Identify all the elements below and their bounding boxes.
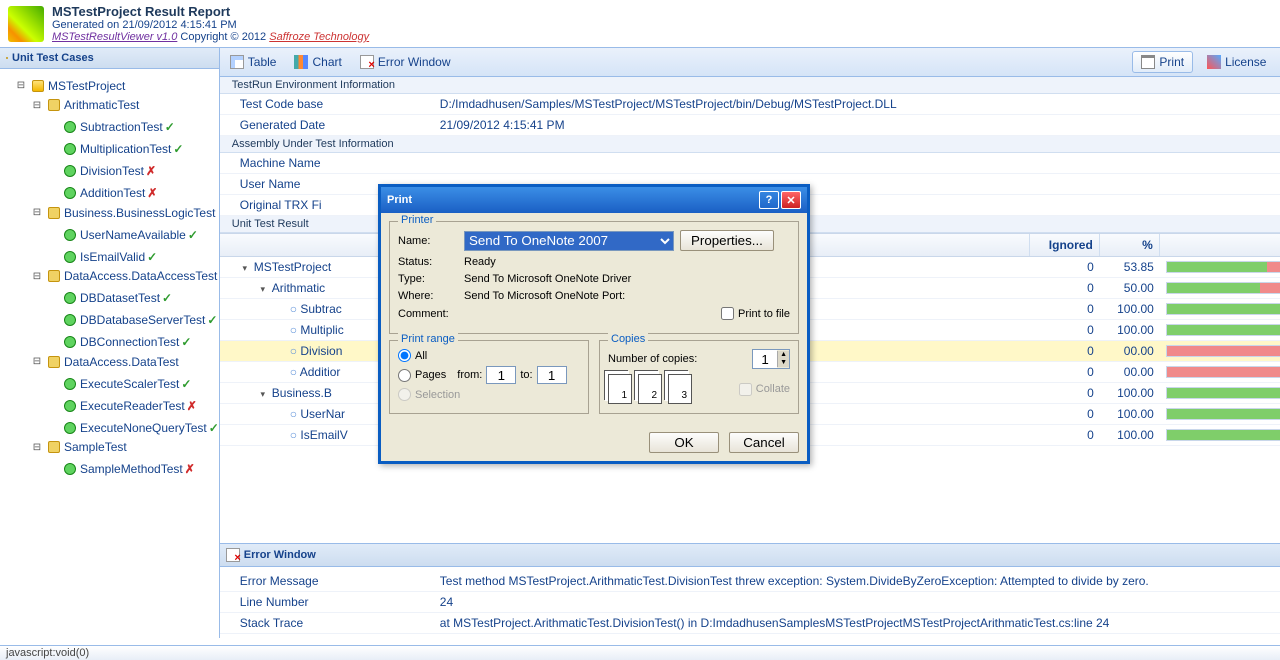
status-bar: javascript:void(0): [0, 645, 1280, 660]
dialog-help-button[interactable]: ?: [759, 191, 779, 209]
tree-node[interactable]: ExecuteNoneQueryTest✓: [16, 415, 219, 437]
table-button[interactable]: Table: [226, 53, 281, 71]
license-button[interactable]: License: [1203, 51, 1270, 73]
error-icon: [226, 548, 240, 562]
tree-node[interactable]: ⊟ArithmaticTest: [16, 95, 219, 115]
print-dialog: Print ? ✕ Printer Name: Send To OneNote …: [378, 184, 810, 464]
to-input[interactable]: [537, 366, 567, 384]
print-range-group: Print range All Pages from: to: Selectio…: [389, 340, 589, 414]
tree-node[interactable]: ExecuteScalerTest✓: [16, 371, 219, 393]
tree-node[interactable]: AdditionTest✗: [16, 180, 219, 202]
tree-node[interactable]: ⊟SampleTest: [16, 437, 219, 457]
collate-illustration: 123 Collate: [608, 374, 790, 404]
copies-spinner[interactable]: ▲▼: [752, 349, 790, 369]
tree-node[interactable]: SampleMethodTest✗: [16, 456, 219, 478]
print-to-file-checkbox[interactable]: Print to file: [721, 307, 790, 320]
error-icon: [360, 55, 374, 69]
tree-node[interactable]: ⊟MSTestProject: [16, 75, 219, 95]
tree-node[interactable]: UserNameAvailable✓: [16, 222, 219, 244]
generated-line: Generated on 21/09/2012 4:15:41 PM: [52, 19, 369, 31]
toolbar: Table Chart Error Window Print License S…: [220, 48, 1280, 77]
printer-select[interactable]: Send To OneNote 2007: [464, 231, 674, 251]
spinner-up-icon: ▲: [778, 351, 789, 359]
printer-group: Printer Name: Send To OneNote 2007 Prope…: [389, 221, 799, 334]
spinner-down-icon: ▼: [778, 359, 789, 367]
from-input[interactable]: [486, 366, 516, 384]
tree-node[interactable]: DBConnectionTest✓: [16, 329, 219, 351]
kv-row: Line Number24: [220, 592, 1280, 613]
cancel-button[interactable]: Cancel: [729, 432, 799, 453]
collate-checkbox: Collate: [739, 374, 790, 404]
print-icon: [1141, 55, 1155, 69]
tree-node[interactable]: DBDatasetTest✓: [16, 285, 219, 307]
tree-node[interactable]: SubtractionTest✓: [16, 114, 219, 136]
error-panel: Error Window Error MessageTest method MS…: [220, 543, 1280, 638]
app-header: MSTestProject Result Report Generated on…: [0, 0, 1280, 48]
tree-node[interactable]: DivisionTest✗: [16, 158, 219, 180]
copies-group: Copies Number of copies: ▲▼ 123 Collate: [599, 340, 799, 414]
kv-row: Error MessageTest method MSTestProject.A…: [220, 571, 1280, 592]
env-section: TestRun Environment Information: [220, 77, 1280, 94]
kv-row: Machine Name: [220, 153, 1280, 174]
tree-node[interactable]: DBDatabaseServerTest✓: [16, 307, 219, 329]
chart-icon: [294, 55, 308, 69]
properties-button[interactable]: Properties...: [680, 230, 774, 251]
tree-node[interactable]: ExecuteReaderTest✗: [16, 393, 219, 415]
kv-row: Test Code baseD:/Imdadhusen/Samples/MSTe…: [220, 94, 1280, 115]
chart-button[interactable]: Chart: [290, 53, 345, 71]
tree-node[interactable]: ⊟Business.BusinessLogicTest: [16, 202, 219, 222]
ok-button[interactable]: OK: [649, 432, 719, 453]
range-all-radio[interactable]: All: [398, 349, 580, 362]
tree-node[interactable]: ⊟DataAccess.DataTest: [16, 351, 219, 371]
tree-node[interactable]: IsEmailValid✓: [16, 244, 219, 266]
range-pages-radio[interactable]: Pages from: to:: [398, 366, 580, 384]
dialog-close-button[interactable]: ✕: [781, 191, 801, 209]
error-window-button[interactable]: Error Window: [356, 53, 455, 71]
kv-row: Stack Traceat MSTestProject.ArithmaticTe…: [220, 613, 1280, 634]
unit-test-tree[interactable]: ⊟MSTestProject⊟ArithmaticTestSubtraction…: [0, 69, 219, 638]
range-selection-radio: Selection: [398, 388, 580, 401]
kv-row: Generated Date21/09/2012 4:15:41 PM: [220, 115, 1280, 136]
aut-section: Assembly Under Test Information: [220, 136, 1280, 153]
tree-node[interactable]: MultiplicationTest✓: [16, 136, 219, 158]
print-dialog-title[interactable]: Print ? ✕: [381, 187, 807, 213]
license-icon: [1207, 55, 1221, 69]
table-icon: [230, 55, 244, 69]
sidebar-title: Unit Test Cases: [0, 48, 219, 69]
app-title: MSTestProject Result Report: [52, 4, 369, 19]
logo-icon: [8, 6, 44, 42]
sidebar: Unit Test Cases ⊟MSTestProject⊟Arithmati…: [0, 48, 220, 638]
tree-node[interactable]: ⊟DataAccess.DataAccessTest: [16, 266, 219, 286]
product-link[interactable]: MSTestResultViewer v1.0: [52, 31, 177, 43]
print-button[interactable]: Print: [1132, 51, 1193, 73]
company-link[interactable]: Saffroze Technology: [269, 31, 369, 43]
folder-icon: [6, 57, 8, 59]
